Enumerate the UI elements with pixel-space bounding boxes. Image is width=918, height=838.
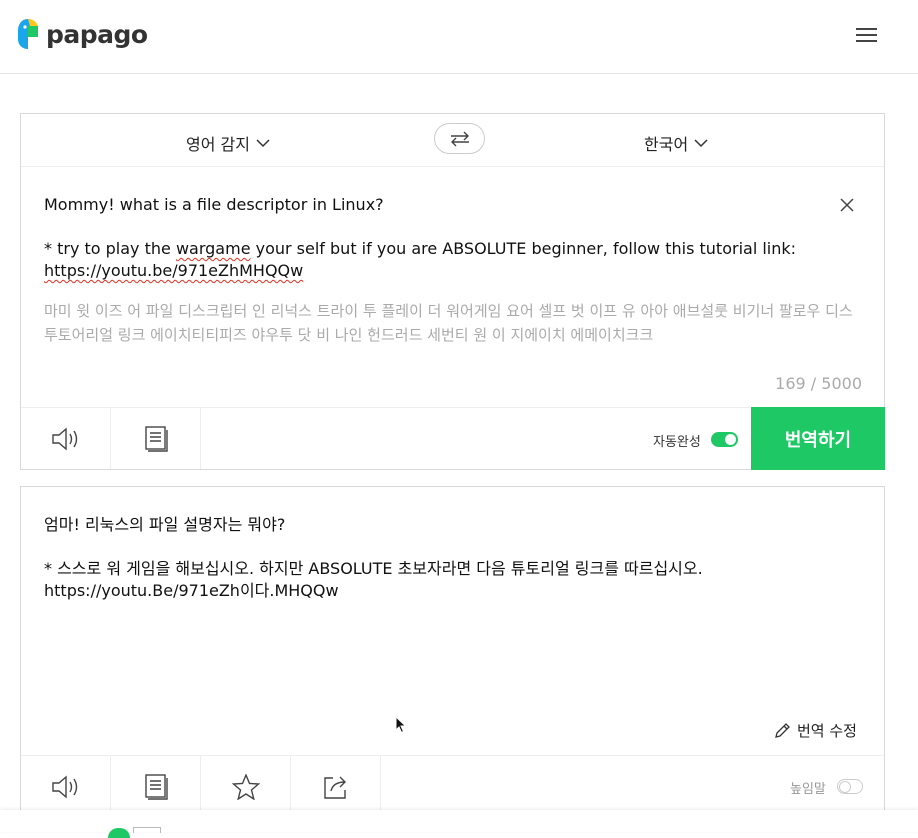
spellcheck-word[interactable]: wargame — [176, 239, 251, 258]
share-icon — [323, 776, 346, 799]
source-language-label: 영어 감지 — [186, 135, 250, 154]
source-copy-button[interactable] — [111, 408, 201, 469]
copy-document-icon — [144, 773, 168, 800]
favorite-button[interactable] — [201, 756, 291, 817]
clear-text-icon[interactable] — [838, 196, 856, 214]
language-bar: 영어 감지 한국어 — [21, 114, 884, 167]
pronunciation-text: 마미 윗 이즈 어 파일 디스크립터 인 리넉스 트라이 투 플레이 더 워어게… — [44, 302, 853, 344]
floating-green-button[interactable] — [108, 828, 130, 838]
mouse-cursor-icon — [395, 716, 407, 734]
copy-document-icon — [144, 425, 168, 452]
hamburger-menu-icon[interactable] — [856, 27, 878, 43]
honorific-toggle[interactable] — [837, 779, 863, 794]
brand-name: papago — [46, 19, 148, 49]
speaker-icon — [51, 774, 77, 799]
speaker-icon — [51, 426, 77, 451]
source-link[interactable]: https://youtu.be/971eZhMHQQw — [44, 261, 303, 280]
source-listen-button[interactable] — [21, 408, 111, 469]
source-line-2c: your self but if you are ABSOLUTE beginn… — [250, 239, 797, 258]
papago-logo[interactable]: papago — [16, 17, 148, 51]
source-line-2a: * try to play the — [44, 239, 176, 258]
chevron-down-icon — [256, 139, 270, 148]
character-counter: 169 / 5000 — [775, 374, 862, 393]
edit-translation-label: 번역 수정 — [797, 722, 857, 740]
target-copy-button[interactable] — [111, 756, 201, 817]
source-panel: 영어 감지 한국어 Mommy! what is a file descript… — [20, 113, 885, 470]
target-panel: 엄마! 리눅스의 파일 설명자는 뭐야? * 스스로 워 게임을 해보십시오. … — [20, 486, 885, 832]
translation-output: 엄마! 리눅스의 파일 설명자는 뭐야? * 스스로 워 게임을 해보십시오. … — [44, 515, 703, 600]
target-listen-button[interactable] — [21, 756, 111, 817]
swap-languages-button[interactable] — [434, 123, 485, 154]
source-toolbar: 자동완성 번역하기 — [21, 407, 885, 470]
target-language-label: 한국어 — [644, 135, 689, 154]
auto-complete-toggle[interactable] — [711, 432, 738, 447]
auto-complete-label: 자동완성 — [653, 435, 701, 450]
source-language-select[interactable]: 영어 감지 — [186, 131, 270, 155]
parrot-logo-icon — [18, 19, 38, 49]
swap-arrows-icon — [450, 131, 469, 146]
target-toolbar: 높임말 — [21, 755, 884, 817]
edit-translation-button[interactable]: 번역 수정 — [773, 720, 857, 741]
source-line-1: Mommy! what is a file descriptor in Linu… — [44, 195, 384, 214]
top-header: papago — [0, 0, 918, 74]
source-text-input[interactable]: Mommy! what is a file descriptor in Linu… — [44, 194, 824, 282]
floating-outline-button[interactable] — [133, 827, 161, 833]
share-button[interactable] — [291, 756, 381, 817]
star-icon — [231, 773, 260, 800]
bottom-floating-bar — [0, 810, 918, 838]
honorific-label: 높임말 — [790, 782, 826, 797]
chevron-down-icon — [694, 139, 708, 148]
translate-button[interactable]: 번역하기 — [751, 407, 885, 470]
pencil-icon — [775, 722, 790, 738]
target-language-select[interactable]: 한국어 — [644, 131, 708, 155]
